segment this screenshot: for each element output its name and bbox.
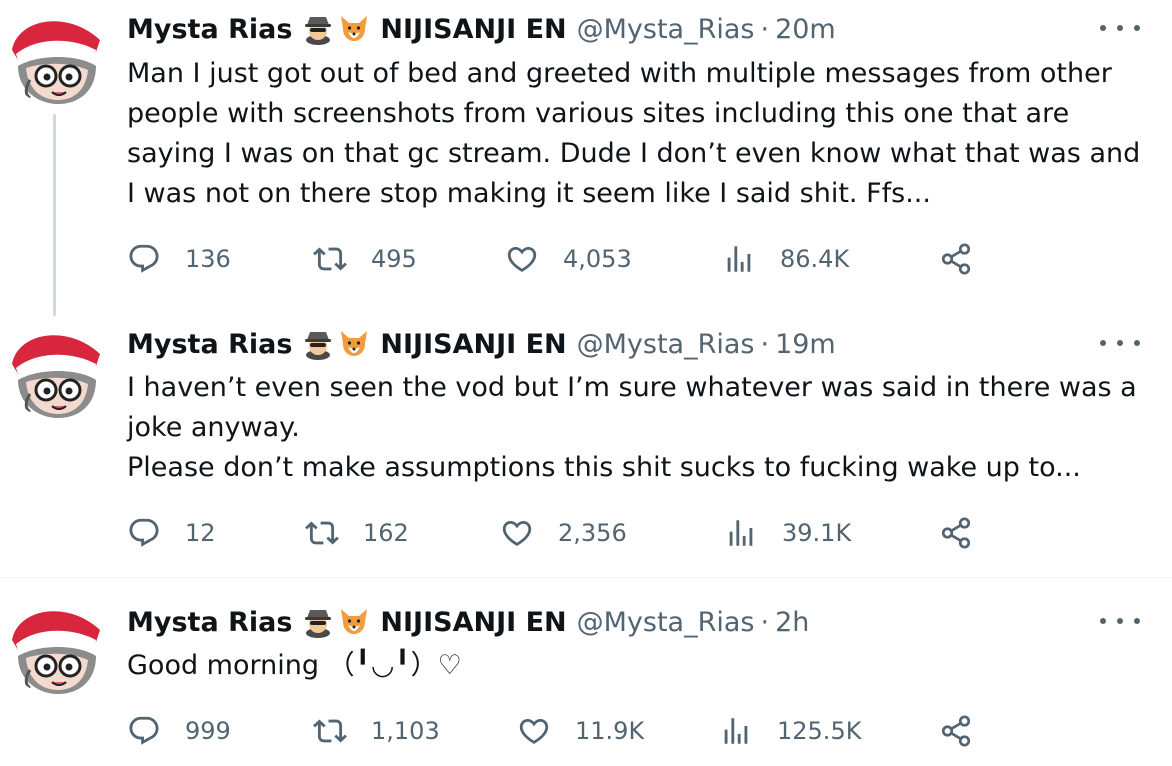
fox-emoji-icon: [338, 606, 370, 638]
more-options-icon[interactable]: [1100, 609, 1140, 633]
reply-icon: [127, 714, 161, 748]
tweet-text-line: I haven’t even seen the vod but I’m sure…: [127, 372, 1137, 403]
retweet-button[interactable]: 495: [313, 239, 417, 279]
tweet-2[interactable]: Mysta Rias NIJISANJI EN @Mysta_Rias · 19…: [0, 320, 1172, 577]
like-button[interactable]: 4,053: [505, 239, 632, 279]
detective-emoji-icon: [302, 13, 334, 45]
avatar[interactable]: [8, 10, 104, 106]
share-icon: [939, 714, 973, 748]
separator-dot: ·: [760, 13, 770, 45]
tweet-text: Man I just got out of bed and greeted wi…: [127, 54, 1157, 214]
retweet-count: 495: [371, 245, 417, 273]
tweet-text-line: joke anyway.: [127, 412, 300, 443]
more-options-icon[interactable]: [1100, 331, 1140, 355]
more-options-icon[interactable]: [1100, 16, 1140, 40]
tweet-text-line: Good morning （╹◡╹）♡: [127, 650, 462, 681]
author-handle[interactable]: @Mysta_Rias: [577, 329, 755, 360]
reply-button[interactable]: 12: [127, 513, 216, 553]
views-button[interactable]: 39.1K: [724, 513, 851, 553]
retweet-icon: [313, 242, 347, 276]
views-chart-icon: [724, 516, 758, 550]
heart-icon: [505, 242, 539, 276]
heart-icon: [500, 516, 534, 550]
heart-icon: [517, 714, 551, 748]
reply-icon: [127, 242, 161, 276]
views-button[interactable]: 125.5K: [719, 711, 861, 751]
author-handle[interactable]: @Mysta_Rias: [577, 14, 755, 45]
share-icon: [939, 242, 973, 276]
tweet-text-line: Please don’t make assumptions this shit …: [127, 452, 1081, 483]
share-button[interactable]: [939, 711, 973, 751]
retweet-icon: [313, 714, 347, 748]
action-bar: 12 162 2,356 39.1K: [127, 513, 1167, 553]
action-bar: 136 495 4,053 86.4K: [127, 239, 1167, 279]
reply-count: 999: [185, 717, 231, 745]
separator-dot: ·: [760, 606, 770, 638]
like-button[interactable]: 11.9K: [517, 711, 644, 751]
reply-button[interactable]: 136: [127, 239, 231, 279]
view-count: 39.1K: [782, 519, 852, 547]
separator-dot: ·: [760, 328, 770, 360]
retweet-count: 1,103: [371, 717, 440, 745]
thread-connector-line: [53, 114, 56, 316]
like-count: 2,356: [558, 519, 627, 547]
tweet-text-line: saying I was on that gc stream. Dude I d…: [127, 138, 1141, 169]
tweet-text-line: Man I just got out of bed and greeted wi…: [127, 58, 1112, 89]
detective-emoji-icon: [302, 606, 334, 638]
tweet-text: Good morning （╹◡╹）♡: [127, 646, 1157, 686]
reply-icon: [127, 516, 161, 550]
reply-count: 136: [185, 245, 231, 273]
author-name[interactable]: Mysta Rias: [127, 607, 292, 638]
author-name[interactable]: Mysta Rias: [127, 329, 292, 360]
views-button[interactable]: 86.4K: [722, 239, 849, 279]
author-affiliation: NIJISANJI EN: [380, 606, 567, 638]
share-button[interactable]: [939, 239, 973, 279]
retweet-button[interactable]: 162: [305, 513, 409, 553]
reply-count: 12: [185, 519, 216, 547]
fox-emoji-icon: [338, 328, 370, 360]
retweet-icon: [305, 516, 339, 550]
tweet-time[interactable]: 2h: [775, 607, 809, 638]
retweet-count: 162: [363, 519, 409, 547]
retweet-button[interactable]: 1,103: [313, 711, 440, 751]
tweet-text-line: people with screenshots from various sit…: [127, 98, 1070, 129]
tweet-1[interactable]: Mysta Rias NIJISANJI EN @Mysta_Rias · 20…: [0, 0, 1172, 320]
action-bar: 999 1,103 11.9K 125.5K: [127, 711, 1167, 751]
tweet-time[interactable]: 20m: [775, 14, 836, 45]
views-chart-icon: [722, 242, 756, 276]
share-button[interactable]: [939, 513, 973, 553]
tweet-header: Mysta Rias NIJISANJI EN @Mysta_Rias · 19…: [127, 325, 836, 363]
tweet-header: Mysta Rias NIJISANJI EN @Mysta_Rias · 2h: [127, 603, 809, 641]
like-button[interactable]: 2,356: [500, 513, 627, 553]
avatar[interactable]: [8, 600, 104, 696]
author-name[interactable]: Mysta Rias: [127, 14, 292, 45]
author-affiliation: NIJISANJI EN: [380, 13, 567, 45]
tweet-3[interactable]: Mysta Rias NIJISANJI EN @Mysta_Rias · 2h…: [0, 578, 1172, 766]
like-count: 4,053: [563, 245, 632, 273]
tweet-text: I haven’t even seen the vod but I’m sure…: [127, 368, 1157, 488]
detective-emoji-icon: [302, 328, 334, 360]
view-count: 86.4K: [780, 245, 850, 273]
reply-button[interactable]: 999: [127, 711, 231, 751]
fox-emoji-icon: [338, 13, 370, 45]
author-affiliation: NIJISANJI EN: [380, 328, 567, 360]
tweet-header: Mysta Rias NIJISANJI EN @Mysta_Rias · 20…: [127, 10, 836, 48]
author-handle[interactable]: @Mysta_Rias: [577, 607, 755, 638]
avatar[interactable]: [8, 324, 104, 420]
view-count: 125.5K: [777, 717, 862, 745]
views-chart-icon: [719, 714, 753, 748]
like-count: 11.9K: [575, 717, 645, 745]
tweet-time[interactable]: 19m: [775, 329, 836, 360]
share-icon: [939, 516, 973, 550]
tweet-text-line: I was not on there stop making it seem l…: [127, 178, 931, 209]
